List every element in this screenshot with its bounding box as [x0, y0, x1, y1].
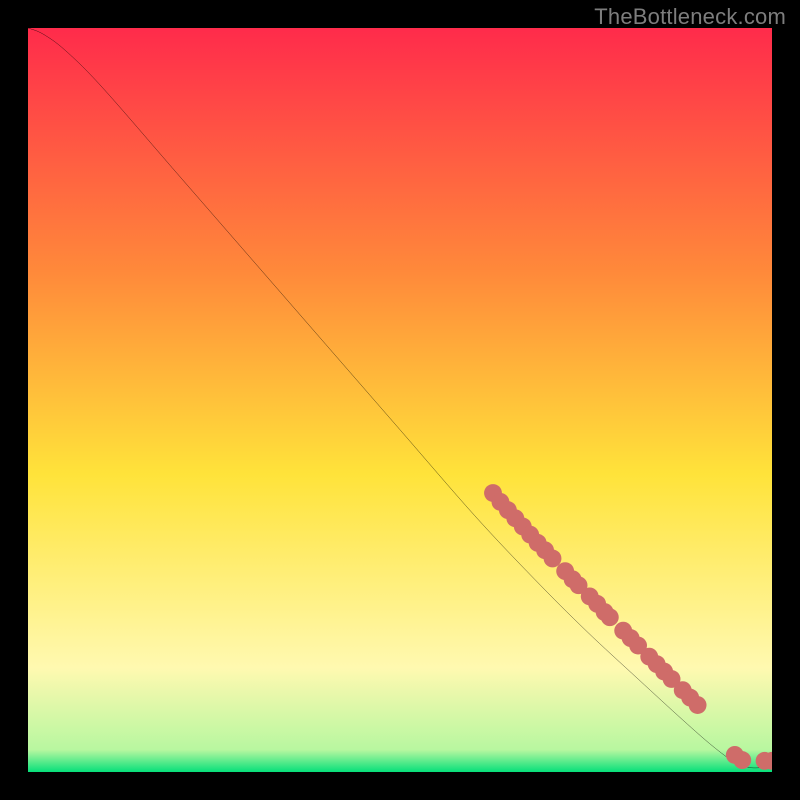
data-point	[689, 696, 707, 714]
chart-svg	[28, 28, 772, 772]
data-point	[544, 550, 562, 568]
watermark-text: TheBottleneck.com	[594, 4, 786, 30]
data-point	[733, 751, 751, 769]
data-point	[601, 608, 619, 626]
plot-area	[28, 28, 772, 772]
chart-frame: TheBottleneck.com	[0, 0, 800, 800]
